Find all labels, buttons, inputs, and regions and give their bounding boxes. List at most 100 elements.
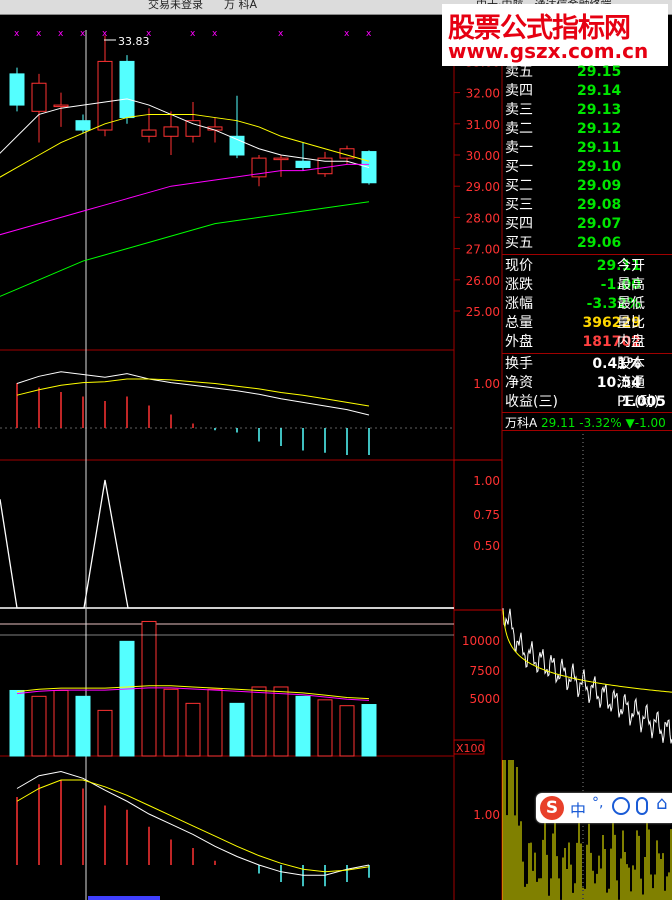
ma10-line — [0, 113, 370, 178]
volume-bar — [207, 688, 223, 757]
indicator1-tick: 1.00 — [473, 377, 500, 391]
volume-bar — [317, 699, 333, 757]
indicator-panel-4 — [16, 770, 370, 887]
order-price: 29.12 — [577, 121, 622, 137]
order-label: 卖二 — [505, 121, 533, 137]
mini-change: -1.00 — [634, 416, 666, 430]
quote-row: 外盘 181702 内盘 — [505, 333, 645, 352]
order-price: 29.15 — [577, 64, 622, 80]
marker-x: x — [344, 29, 350, 39]
microphone-icon[interactable] — [636, 797, 648, 815]
marker-x: x — [212, 29, 218, 39]
volume-bar — [119, 640, 135, 757]
order-label: 买五 — [505, 235, 533, 251]
marker-x: x — [14, 29, 20, 39]
order-price: 29.08 — [577, 197, 622, 213]
marker-x: x — [190, 29, 196, 39]
marker-x: x — [366, 29, 372, 39]
bid-row: 买四 29.07 — [505, 215, 621, 234]
quote-label: 换手 — [505, 356, 533, 372]
shirt-icon[interactable]: ⌂ — [656, 793, 667, 814]
quote-label2: 量比 — [617, 315, 645, 331]
candle-body — [97, 60, 113, 131]
stock-chart[interactable]: xxxxxxxxxxx 33.0032.0031.0030.0029.0028.… — [0, 0, 672, 900]
volume-tick: 5000 — [469, 692, 500, 706]
quote-label: 收益(三) — [505, 394, 558, 410]
candle-body — [163, 126, 179, 137]
quote-separator — [502, 353, 672, 354]
emoji-icon[interactable] — [612, 797, 630, 815]
bid-row: 买一 29.10 — [505, 158, 621, 177]
ask-row: 卖三 29.13 — [505, 101, 621, 120]
chart-grid: xxxxxxxxxxx — [0, 14, 503, 900]
moving-average-lines — [0, 98, 370, 297]
ask-row: 卖一 29.11 — [505, 139, 621, 158]
sogou-logo-icon[interactable]: S — [540, 796, 564, 820]
quote-label: 外盘 — [505, 334, 533, 350]
watermark-logo: 股票公式指标网 www.gszx.com.cn — [442, 4, 668, 66]
candlestick-series — [9, 35, 377, 187]
candle-body — [75, 120, 91, 131]
quote-label2: 今开 — [617, 258, 645, 274]
volume-tick: 7500 — [469, 664, 500, 678]
ask-row: 卖五 29.15 — [505, 63, 621, 82]
quote-separator — [502, 254, 672, 255]
volume-unit: X100 — [456, 742, 485, 755]
volume-bar — [273, 686, 289, 757]
quote-row: 换手 0.41% 股本 — [505, 355, 645, 374]
candle-body — [31, 82, 47, 112]
volume-bar — [361, 704, 377, 757]
quote-separator — [502, 412, 672, 413]
volume-bar — [251, 686, 267, 757]
price-tick-label: 30.00 — [466, 149, 500, 163]
indicator1-dea — [16, 378, 370, 407]
quote-row: 涨幅 -3.32% 最低 — [505, 295, 645, 314]
quote-label: 现价 — [505, 258, 533, 274]
quote-row: 总量 396229 量比 — [505, 314, 645, 333]
ma20-line — [0, 163, 369, 236]
order-label: 买四 — [505, 216, 533, 232]
volume-bar — [163, 688, 179, 757]
order-label: 卖四 — [505, 83, 533, 99]
candle-body — [53, 104, 69, 108]
ime-punctuation-toggle[interactable]: °, — [592, 795, 603, 811]
quote-row: 涨跌 -1.00 最高 — [505, 276, 645, 295]
order-label: 卖三 — [505, 102, 533, 118]
scroll-thumb — [88, 896, 160, 900]
candle-body — [273, 157, 289, 161]
stock-title: 万 科A — [224, 0, 258, 11]
order-label: 卖五 — [505, 64, 533, 80]
volume-bar — [295, 695, 311, 757]
mini-price: 29.11 — [541, 416, 576, 430]
volume-bar — [339, 705, 355, 757]
indicator1-dif — [16, 371, 370, 416]
ask-row: 卖四 29.14 — [505, 82, 621, 101]
indicator-panel-1 — [16, 371, 370, 455]
volume-ma-line — [16, 685, 370, 700]
price-tick-label: 32.00 — [466, 87, 500, 101]
quote-label2: 股本 — [617, 356, 645, 372]
indicator2-line — [0, 479, 454, 609]
ma60-line — [0, 201, 370, 297]
order-label: 买三 — [505, 197, 533, 213]
candle-body — [119, 60, 135, 119]
indicator2-tick: 0.50 — [473, 539, 500, 553]
quote-label2: PE(动) — [617, 394, 660, 410]
volume-bar — [31, 695, 47, 757]
order-label: 卖一 — [505, 140, 533, 156]
bid-row: 买二 29.09 — [505, 177, 621, 196]
order-price: 29.13 — [577, 102, 622, 118]
ime-toolbar[interactable]: S 中 °, ⌂ — [536, 793, 672, 823]
quote-label: 总量 — [505, 315, 533, 331]
quote-label: 净资 — [505, 375, 533, 391]
watermark-url: www.gszx.com.cn — [448, 39, 649, 63]
ime-language-toggle[interactable]: 中 — [570, 797, 586, 821]
order-label: 买一 — [505, 159, 533, 175]
high-price-label: 33.83 — [118, 35, 150, 48]
quote-row: 现价 29.11 今开 — [505, 257, 645, 276]
volume-bar — [75, 695, 91, 757]
quote-label2: 流通 — [617, 375, 645, 391]
marker-x: x — [80, 29, 86, 39]
quote-label2: 最高 — [617, 277, 645, 293]
price-tick-label: 27.00 — [466, 243, 500, 257]
